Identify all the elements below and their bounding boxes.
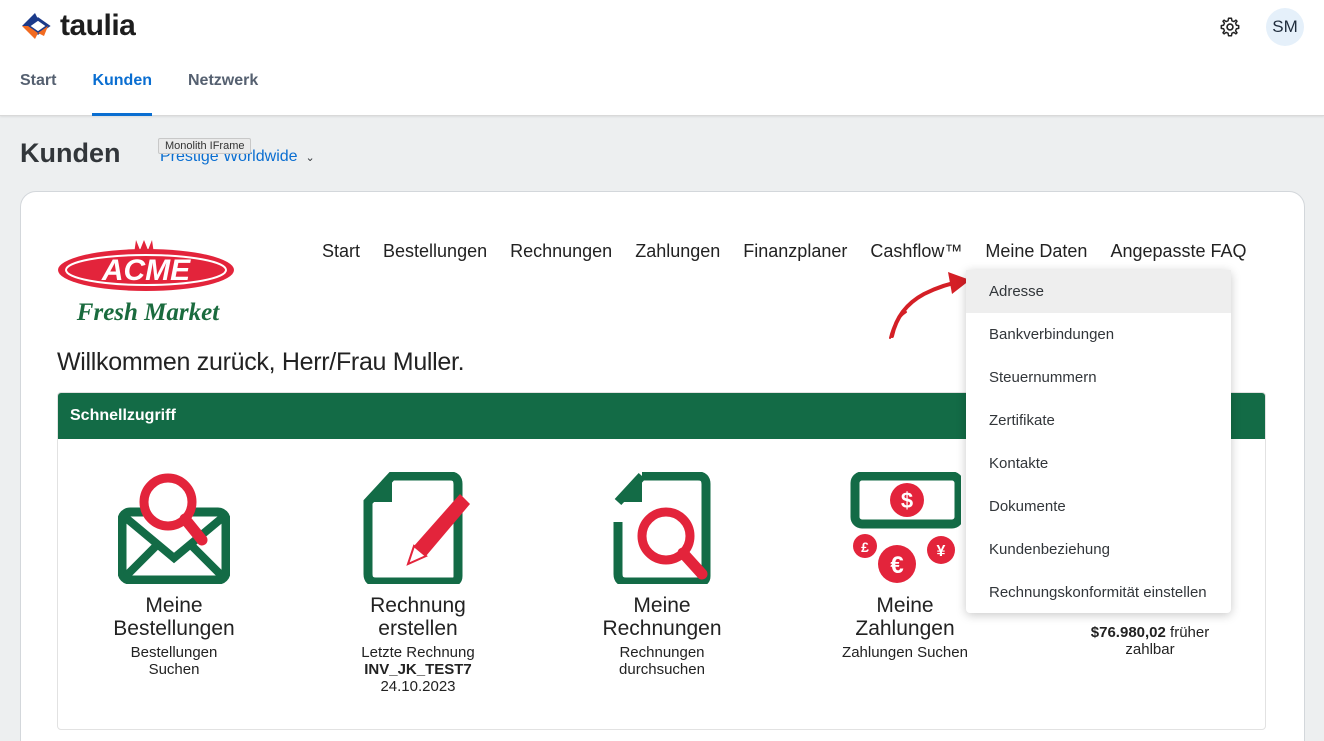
portal-nav-faq[interactable]: Angepasste FAQ xyxy=(1110,241,1246,262)
gear-icon[interactable] xyxy=(1219,16,1241,38)
meine-daten-menu: Adresse Bankverbindungen Steuernummern Z… xyxy=(966,270,1231,613)
acme-fresh-market-logo: ACME Fresh Market xyxy=(58,240,234,326)
menu-item-adresse[interactable]: Adresse xyxy=(966,270,1231,313)
page-title: Kunden xyxy=(20,138,121,168)
portal-nav-zahlungen[interactable]: Zahlungen xyxy=(635,241,720,262)
tab-netzwerk[interactable]: Netzwerk xyxy=(188,72,258,100)
tile-title: Rechnung xyxy=(370,594,466,617)
tile-title: erstellen xyxy=(378,617,458,640)
tile-subtitle: Rechnungen xyxy=(619,644,705,661)
iframe-tooltip: Monolith IFrame xyxy=(158,138,252,154)
brand-name: taulia xyxy=(60,9,136,42)
tile-title: Meine xyxy=(633,594,691,617)
portal-nav-start[interactable]: Start xyxy=(322,241,360,262)
portal-nav: Start Bestellungen Rechnungen Zahlungen … xyxy=(322,241,1247,262)
payments-icon: $ £ € ¥ xyxy=(850,472,961,583)
menu-item-kundenbeziehung[interactable]: Kundenbeziehung xyxy=(966,528,1231,571)
menu-item-kontakte[interactable]: Kontakte xyxy=(966,442,1231,485)
chevron-down-icon: ⌄ xyxy=(305,151,315,164)
tab-kunden[interactable]: Kunden xyxy=(92,72,152,116)
tile-meine-rechnungen[interactable]: Meine Rechnungen Rechnungen durchsuchen xyxy=(580,472,744,678)
menu-item-dokumente[interactable]: Dokumente xyxy=(966,485,1231,528)
fresh-market-logo-text: Fresh Market xyxy=(76,299,220,326)
tile-title: Zahlungen xyxy=(855,617,955,640)
tile-subtitle: Suchen xyxy=(148,661,200,678)
tile-title: Bestellungen xyxy=(113,617,235,640)
tile-title: Meine xyxy=(145,594,203,617)
last-invoice-number: INV_JK_TEST7 xyxy=(364,661,472,678)
tile-subtitle: durchsuchen xyxy=(619,661,705,678)
envelope-search-icon xyxy=(118,473,230,584)
acme-logo-text: ACME xyxy=(101,254,191,287)
taulia-logo-icon xyxy=(22,13,51,39)
create-invoice-icon xyxy=(363,472,470,584)
menu-item-rechnungskonformitaet[interactable]: Rechnungskonformität einstellen xyxy=(966,571,1231,614)
tile-subtitle: Letzte Rechnung xyxy=(361,644,475,661)
svg-text:£: £ xyxy=(861,539,869,555)
tile-subtitle: Zahlungen Suchen xyxy=(842,644,968,661)
shell-header: taulia SM Start Kunden Netzwerk xyxy=(0,0,1324,116)
tile-subtitle: zahlbar xyxy=(1125,641,1175,658)
menu-item-steuernummern[interactable]: Steuernummern xyxy=(966,356,1231,399)
tile-meine-bestellungen[interactable]: Meine Bestellungen Bestellungen Suchen xyxy=(92,472,256,678)
welcome-message: Willkommen zurück, Herr/Frau Muller. xyxy=(57,348,465,376)
tile-early-payment[interactable]: $76.980,02 früher zahlbar xyxy=(1068,624,1232,658)
invoice-search-icon xyxy=(613,472,711,584)
portal-nav-meine-daten[interactable]: Meine Daten xyxy=(985,241,1087,262)
menu-item-bankverbindungen[interactable]: Bankverbindungen xyxy=(966,313,1231,356)
tile-rechnung-erstellen[interactable]: Rechnung erstellen Letzte Rechnung INV_J… xyxy=(336,472,500,695)
early-payment-amount-line: $76.980,02 früher xyxy=(1068,624,1232,641)
avatar[interactable]: SM xyxy=(1266,8,1304,46)
early-payment-suffix: früher xyxy=(1170,624,1210,641)
svg-text:$: $ xyxy=(901,488,913,513)
tile-title: Meine xyxy=(876,594,934,617)
portal-nav-rechnungen[interactable]: Rechnungen xyxy=(510,241,612,262)
taulia-logo[interactable]: taulia xyxy=(18,8,136,44)
early-payment-amount: $76.980,02 xyxy=(1090,624,1166,641)
tile-meine-zahlungen[interactable]: $ £ € ¥ Meine Zahlungen Zahlungen Suchen xyxy=(823,472,987,661)
menu-item-zertifikate[interactable]: Zertifikate xyxy=(966,399,1231,442)
svg-text:¥: ¥ xyxy=(937,543,946,560)
last-invoice-date: 24.10.2023 xyxy=(380,678,456,695)
tile-subtitle: Bestellungen xyxy=(130,644,218,661)
tile-title: Rechnungen xyxy=(602,617,722,640)
tab-start[interactable]: Start xyxy=(20,72,56,100)
top-tabs: Start Kunden Netzwerk xyxy=(20,72,258,116)
portal-nav-cashflow[interactable]: Cashflow™ xyxy=(870,241,962,262)
svg-text:€: € xyxy=(890,552,903,579)
portal-nav-finanzplaner[interactable]: Finanzplaner xyxy=(743,241,847,262)
portal-nav-bestellungen[interactable]: Bestellungen xyxy=(383,241,487,262)
